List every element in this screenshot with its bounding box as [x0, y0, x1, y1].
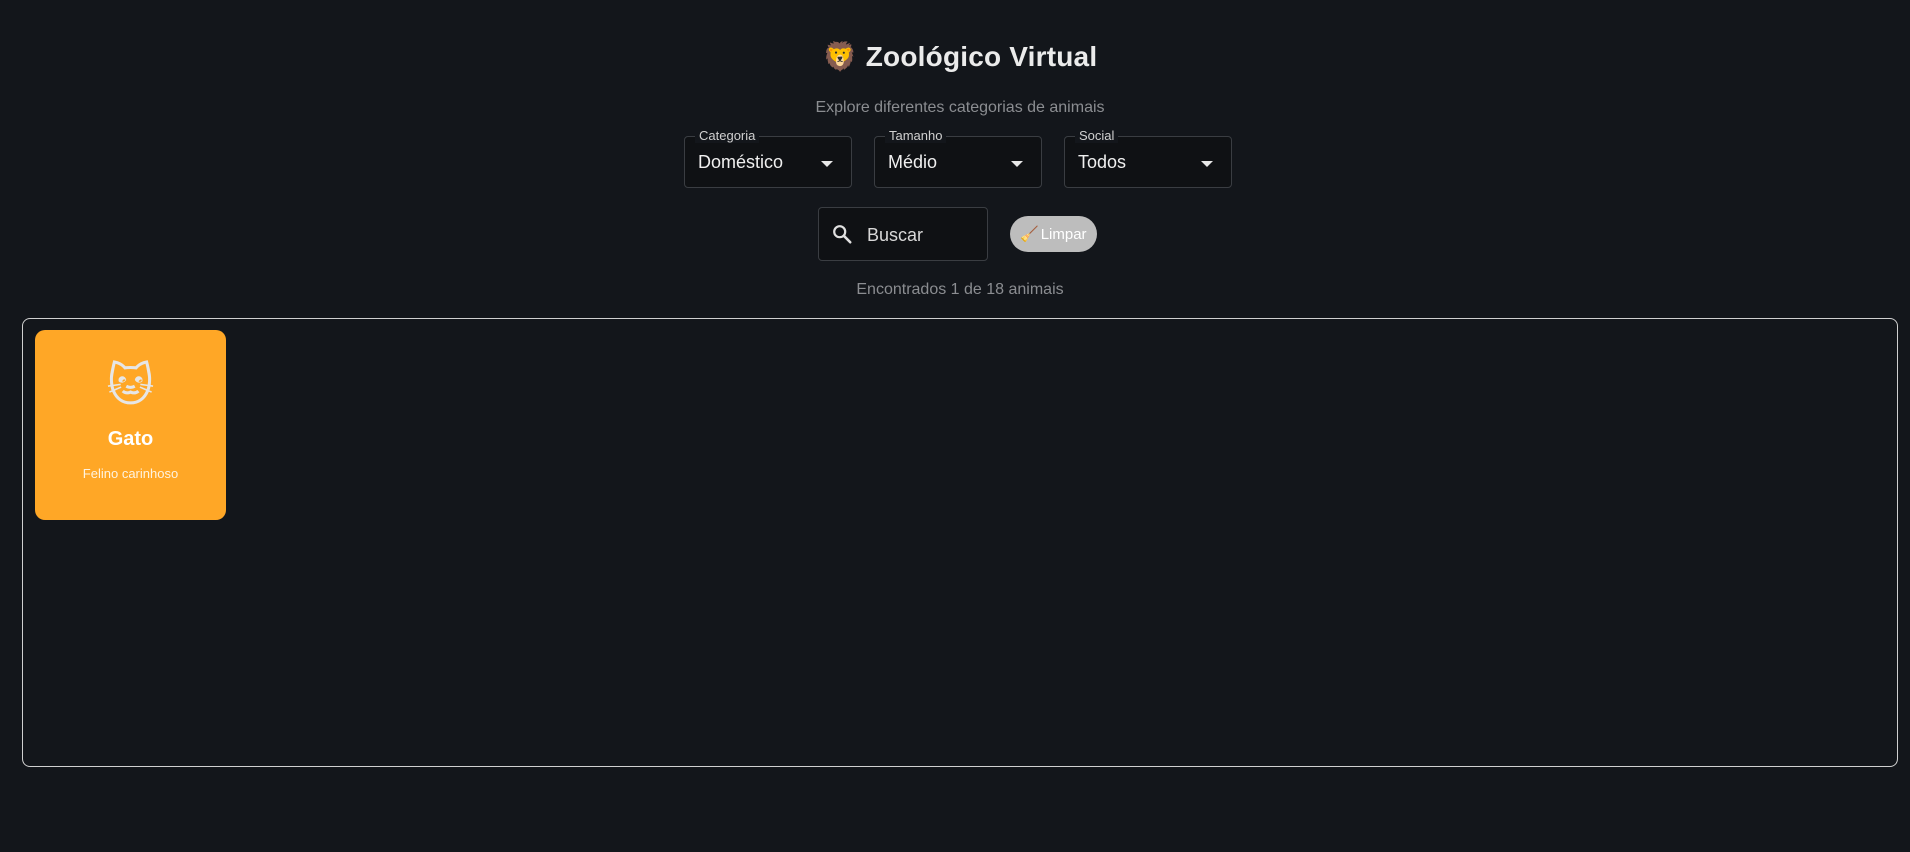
page-title: 🦁 Zoológico Virtual	[0, 40, 1910, 73]
size-select-label: Tamanho	[885, 128, 947, 143]
search-field	[818, 207, 988, 262]
social-select-value: Todos	[1078, 152, 1127, 172]
animal-grid: 🐱 Gato Felino carinhoso	[22, 318, 1898, 767]
search-input[interactable]	[865, 208, 984, 262]
category-select-label: Categoria	[695, 128, 760, 143]
animal-card[interactable]: 🐱 Gato Felino carinhoso	[35, 330, 226, 520]
lion-icon: 🦁	[822, 40, 858, 73]
animal-card-description: Felino carinhoso	[82, 466, 179, 481]
clear-button-label: Limpar	[1040, 225, 1087, 243]
size-select[interactable]: Tamanho Médio	[874, 128, 1042, 188]
social-select-label: Social	[1075, 128, 1119, 143]
category-select[interactable]: Categoria Doméstico	[684, 128, 852, 188]
broom-icon: 🧹	[1020, 226, 1039, 243]
chevron-down-icon	[1011, 161, 1023, 167]
filter-bar: Categoria Doméstico Tamanho Médio Social…	[684, 128, 1232, 188]
social-select[interactable]: Social Todos	[1064, 128, 1232, 188]
chevron-down-icon	[821, 161, 833, 167]
animal-card-name: Gato	[107, 428, 154, 450]
cat-icon: 🐱	[106, 359, 155, 411]
clear-button[interactable]: 🧹 Limpar	[1010, 216, 1097, 252]
page: 🦁 Zoológico Virtual Explore diferentes ca…	[0, 0, 1910, 852]
size-select-value: Médio	[888, 152, 938, 172]
results-count: Encontrados 1 de 18 animais	[856, 281, 1064, 298]
page-subtitle: Explore diferentes categorias de animais	[815, 99, 1105, 116]
page-title-text: Zoológico Virtual	[865, 41, 1098, 72]
chevron-down-icon	[1201, 161, 1213, 167]
search-row: 🧹 Limpar	[818, 207, 1097, 262]
search-icon	[833, 225, 852, 244]
category-select-value: Doméstico	[698, 152, 784, 172]
